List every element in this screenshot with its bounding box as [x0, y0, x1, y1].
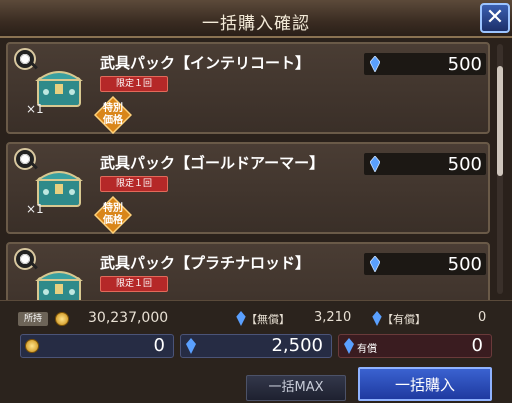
limited-badge: 限定１回 — [100, 76, 168, 92]
limited-badge: 限定１回 — [100, 176, 168, 192]
special-line2: 価格 — [103, 115, 123, 126]
item-quantity: ×1 — [26, 102, 44, 116]
list-item: ×1 武具パック【ゴールドアーマー】 限定１回 特別 価格 500 — [6, 142, 490, 235]
paid-tag: 有償 — [357, 344, 377, 355]
list-item: 武具パック【プラチナロッド】 限定１回 500 — [6, 242, 490, 300]
special-line1: 特別 — [103, 203, 123, 214]
total-gem: 2,500 — [271, 335, 323, 356]
price-box: 500 — [364, 253, 486, 275]
price-box: 500 — [364, 53, 486, 75]
gem-icon — [370, 56, 380, 72]
special-price-badge: 特別 価格 — [93, 195, 133, 235]
item-name: 武具パック【ゴールドアーマー】 — [100, 154, 325, 172]
scrollbar-thumb[interactable] — [497, 66, 503, 176]
item-name: 武具パック【インテリコート】 — [100, 54, 311, 72]
item-quantity: ×1 — [26, 202, 44, 216]
special-line1: 特別 — [103, 103, 123, 114]
gem-icon — [372, 311, 382, 326]
price-box: 500 — [364, 153, 486, 175]
free-gem-label: 【無償】 — [246, 313, 290, 326]
gem-icon — [236, 311, 246, 326]
gem-icon — [186, 338, 196, 354]
gem-icon — [344, 338, 354, 354]
total-gold-bar: 0 — [20, 334, 174, 358]
list-item: ×1 武具パック【インテリコート】 限定１回 特別 価格 500 — [6, 42, 490, 135]
dialog-title: 一括購入確認 — [202, 14, 310, 34]
paid-gem-value: 0 — [478, 310, 487, 325]
special-price-badge: 特別 価格 — [93, 95, 133, 135]
item-price: 500 — [447, 54, 482, 75]
dialog-title-bar: 一括購入確認 ✕ — [0, 0, 512, 38]
magnifier-icon[interactable] — [14, 48, 36, 70]
item-name: 武具パック【プラチナロッド】 — [100, 254, 311, 272]
total-gold: 0 — [153, 335, 165, 356]
magnifier-icon[interactable] — [14, 148, 36, 170]
gem-icon — [370, 256, 380, 272]
limited-badge: 限定１回 — [100, 276, 168, 292]
owned-label: 所持 — [18, 312, 48, 326]
bulk-purchase-button[interactable]: 一括購入 — [358, 367, 492, 401]
special-line2: 価格 — [103, 215, 123, 226]
total-paid-bar: 有償 0 — [338, 334, 492, 358]
total-paid: 0 — [471, 335, 483, 356]
total-gem-bar: 2,500 — [180, 334, 332, 358]
owned-gold: 30,237,000 — [88, 310, 169, 326]
item-price: 500 — [447, 154, 482, 175]
bulk-max-button[interactable]: 一括MAX — [246, 375, 346, 401]
free-gem-value: 3,210 — [314, 310, 352, 325]
item-price: 500 — [447, 254, 482, 275]
magnifier-icon[interactable] — [14, 248, 36, 270]
gem-icon — [370, 156, 380, 172]
purchase-summary: 所持 30,237,000 【無償】 3,210 【有償】 0 0 2,500 … — [0, 300, 512, 403]
gold-coin-icon — [55, 312, 69, 326]
item-list[interactable]: ×1 武具パック【インテリコート】 限定１回 特別 価格 500 ×1 武具パック… — [0, 38, 512, 300]
treasure-chest-icon — [35, 271, 83, 300]
paid-gem-label: 【有償】 — [382, 313, 426, 326]
gold-coin-icon — [25, 339, 39, 353]
close-button[interactable]: ✕ — [480, 3, 510, 33]
